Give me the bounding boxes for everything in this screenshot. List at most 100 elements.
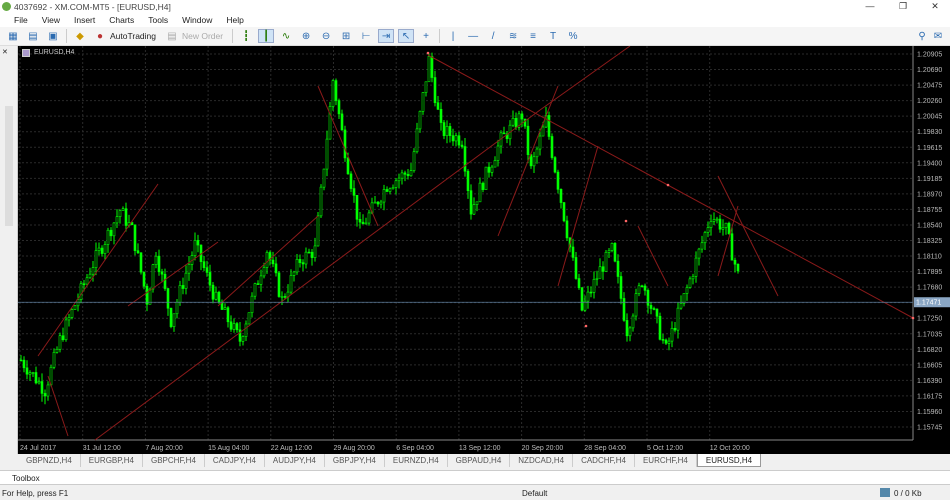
tab-audjpy-h4[interactable]: AUDJPY,H4 (265, 454, 325, 467)
menu-window[interactable]: Window (182, 15, 212, 25)
tab-eurgbp-h4[interactable]: EURGBP,H4 (81, 454, 143, 467)
candle-body (502, 132, 506, 135)
indicators-icon[interactable]: % (565, 29, 581, 43)
tab-gbpjpy-h4[interactable]: GBPJPY,H4 (325, 454, 385, 467)
tab-eurnzd-h4[interactable]: EURNZD,H4 (385, 454, 448, 467)
candlestick-icon[interactable]: ┃ (258, 29, 275, 43)
menu-view[interactable]: View (42, 15, 60, 25)
candle-body (589, 291, 593, 294)
candle-body (526, 125, 530, 155)
candle-body (250, 295, 254, 314)
bar-chart-icon[interactable]: ┇ (238, 29, 254, 43)
fibonacci-icon[interactable]: ≋ (505, 29, 521, 43)
autoscroll-icon[interactable]: ⇥ (378, 29, 395, 43)
candle-body (346, 157, 350, 175)
candle-body (652, 308, 656, 310)
tab-eurusd-h4[interactable]: EURUSD,H4 (696, 454, 762, 467)
menu-insert[interactable]: Insert (74, 15, 95, 25)
text-icon[interactable]: T (545, 29, 561, 43)
menu-charts[interactable]: Charts (109, 15, 134, 25)
tab-eurchf-h4[interactable]: EURCHF,H4 (635, 454, 697, 467)
menu-tools[interactable]: Tools (148, 15, 168, 25)
price-tick-label: 1.20905 (917, 52, 942, 59)
profiles-icon[interactable]: ▤ (25, 29, 41, 43)
time-tick-label: 29 Aug 20:00 (334, 445, 375, 452)
crosshair-icon[interactable]: + (418, 29, 434, 43)
status-help: For Help, press F1 (2, 489, 69, 498)
trendline-icon[interactable]: / (485, 29, 501, 43)
candle-body (709, 221, 713, 228)
candle-body (352, 188, 356, 196)
candle-body (712, 219, 716, 222)
fractal-marker (666, 183, 670, 187)
toolbox-label[interactable]: Toolbox (12, 474, 40, 483)
menu-help[interactable]: Help (226, 15, 243, 25)
candle-body (106, 229, 110, 245)
channel-icon[interactable]: ≡ (525, 29, 541, 43)
candle-body (484, 166, 488, 190)
zoom-in-icon[interactable]: ⊕ (298, 29, 314, 43)
cursor-icon[interactable]: ↖ (398, 29, 415, 43)
price-tick-label: 1.15960 (917, 409, 942, 416)
candle-body (667, 340, 671, 344)
vertical-line-icon[interactable]: | (445, 29, 461, 43)
search-icon[interactable]: ⚲ (914, 29, 930, 43)
app-icon (2, 2, 11, 11)
candle-body (226, 307, 230, 323)
candle-body (415, 128, 419, 153)
experts-icon[interactable]: ◆ (72, 29, 88, 43)
candle-body (580, 287, 584, 311)
new-chart-icon[interactable]: ▦ (5, 29, 21, 43)
horizontal-line-icon[interactable]: — (465, 29, 481, 43)
scrollbar[interactable] (5, 106, 13, 226)
candle-body (25, 367, 29, 375)
price-chart[interactable]: 24 Jul 2017 31 Jul 12:00 7 Aug 20:00 15 Aug… (18, 45, 950, 454)
candle-body (598, 266, 602, 279)
trendline (497, 85, 559, 237)
tab-gbpnzd-h4[interactable]: GBPNZD,H4 (18, 454, 81, 467)
toolbar: ▦ ▤ ▣ ◆ ● AutoTrading ▤ New Order ┇ ┃ ∿ … (0, 27, 950, 46)
candle-body (373, 201, 377, 204)
chat-icon[interactable]: ✉ (930, 29, 946, 43)
tab-nzdcad-h4[interactable]: NZDCAD,H4 (510, 454, 574, 467)
market-watch-icon[interactable]: ▣ (45, 29, 61, 43)
zoom-out-icon[interactable]: ⊖ (318, 29, 334, 43)
candle-body (664, 339, 668, 344)
new-order-button[interactable]: New Order (182, 31, 223, 41)
line-chart-icon[interactable]: ∿ (278, 29, 294, 43)
candle-body (217, 291, 221, 303)
candle-body (538, 135, 542, 150)
close-icon[interactable]: ✕ (2, 48, 8, 56)
new-order-icon[interactable]: ▤ (164, 29, 180, 43)
candle-body (670, 328, 674, 342)
chart-canvas[interactable]: 24 Jul 2017 31 Jul 12:00 7 Aug 20:00 15 Aug… (18, 45, 950, 454)
tab-cadjpy-h4[interactable]: CADJPY,H4 (205, 454, 265, 467)
chart-window-icon (22, 49, 30, 57)
candle-body (382, 189, 386, 203)
candle-body (124, 208, 128, 226)
tab-gbpchf-h4[interactable]: GBPCHF,H4 (143, 454, 205, 467)
candle-body (43, 393, 47, 397)
candle-body (436, 102, 440, 110)
candle-body (421, 92, 425, 112)
candle-body (292, 271, 296, 276)
tab-cadchf-h4[interactable]: CADCHF,H4 (573, 454, 635, 467)
autotrading-button[interactable]: AutoTrading (110, 31, 156, 41)
tile-windows-icon[interactable]: ⊞ (338, 29, 354, 43)
autotrading-icon[interactable]: ● (92, 29, 108, 43)
minimize-button[interactable]: — (855, 0, 885, 13)
candle-body (433, 77, 437, 103)
candle-body (112, 222, 116, 237)
time-tick-label: 5 Oct 12:00 (647, 445, 683, 452)
close-button[interactable]: ✕ (920, 0, 950, 13)
maximize-button[interactable]: ❐ (888, 0, 918, 13)
candle-body (274, 263, 278, 274)
chart-shift-icon[interactable]: ⊢ (358, 29, 374, 43)
tab-gbpaud-h4[interactable]: GBPAUD,H4 (448, 454, 511, 467)
candle-body (241, 336, 245, 342)
current-price-label: 1.17471 (916, 300, 941, 307)
price-tick-label: 1.19400 (917, 160, 942, 167)
menu-file[interactable]: File (14, 15, 28, 25)
candle-body (91, 267, 95, 275)
candle-body (418, 111, 422, 130)
